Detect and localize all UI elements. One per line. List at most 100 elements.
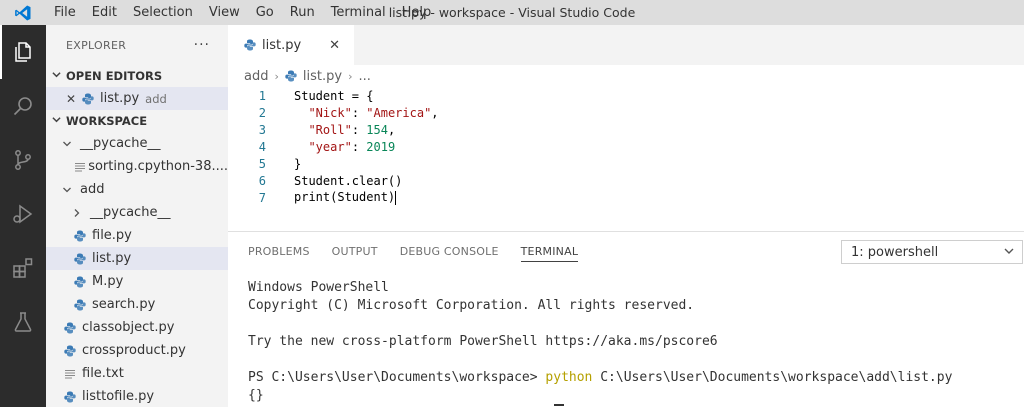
- breadcrumb-file[interactable]: list.py: [303, 69, 342, 84]
- breadcrumb-folder[interactable]: add: [244, 69, 268, 84]
- line-number: 7: [258, 190, 266, 205]
- tab-problems[interactable]: PROBLEMS: [248, 232, 310, 270]
- code-line: 1 Student = {: [228, 87, 1024, 104]
- code-token: :: [351, 139, 367, 154]
- code-line: 5}: [228, 155, 1024, 172]
- text-cursor: [395, 190, 397, 205]
- chevron-down-icon: [52, 115, 66, 127]
- tree-folder[interactable]: add: [46, 178, 228, 201]
- close-icon[interactable]: ✕: [66, 92, 82, 106]
- breadcrumb: add › list.py › ...: [228, 65, 1024, 87]
- code-token: 154: [366, 122, 388, 137]
- line-number: 6: [258, 173, 266, 188]
- tree-folder[interactable]: __pycache__: [46, 201, 228, 224]
- tree-item-label: classobject.py: [82, 320, 175, 335]
- file-tree: __pycache__ sorting.cpython-38.... add __py…: [46, 132, 228, 407]
- tree-item-label: __pycache__: [80, 136, 161, 151]
- more-actions-icon[interactable]: ···: [194, 37, 210, 53]
- tab-debug-console[interactable]: DEBUG CONSOLE: [400, 232, 499, 270]
- source-control-icon[interactable]: [0, 133, 46, 187]
- terminal-line: {}: [248, 388, 264, 403]
- tab-terminal[interactable]: TERMINAL: [520, 232, 579, 270]
- menu-edit[interactable]: Edit: [84, 0, 125, 25]
- menu-bar: File Edit Selection View Go Run Terminal Help: [46, 0, 439, 25]
- tree-file[interactable]: classobject.py: [46, 316, 228, 339]
- python-file-icon: [64, 391, 82, 403]
- text-file-icon: [64, 368, 82, 380]
- explorer-title: EXPLORER: [66, 38, 127, 52]
- tree-file[interactable]: search.py: [46, 293, 228, 316]
- menu-go[interactable]: Go: [248, 0, 282, 25]
- editor-tabs: list.py ✕: [228, 25, 1024, 65]
- code-line: 7 print(Student): [228, 189, 1024, 206]
- tree-file[interactable]: file.txt: [46, 362, 228, 385]
- open-editor-name: list.py: [100, 91, 140, 106]
- explorer-sidebar: EXPLORER ··· OPEN EDITORS ✕ list.py add …: [46, 25, 228, 407]
- python-file-icon: [285, 70, 303, 82]
- open-editor-item[interactable]: ✕ list.py add: [46, 87, 228, 110]
- tree-file[interactable]: listtofile.py: [46, 385, 228, 407]
- breadcrumb-symbols[interactable]: ...: [358, 69, 370, 84]
- code-text: Student.clear(): [294, 174, 402, 188]
- menu-terminal[interactable]: Terminal: [323, 0, 394, 25]
- line-number: 2: [258, 105, 266, 120]
- files-icon[interactable]: [0, 25, 46, 79]
- chevron-right-icon: ›: [274, 69, 279, 83]
- menu-run[interactable]: Run: [282, 0, 323, 25]
- menu-selection[interactable]: Selection: [125, 0, 201, 25]
- code-text: "Roll": 154,: [294, 123, 395, 137]
- title-bar: File Edit Selection View Go Run Terminal Help l…: [0, 0, 1024, 25]
- python-file-icon: [74, 276, 92, 288]
- code-token: }: [294, 156, 302, 171]
- extensions-icon[interactable]: [0, 241, 46, 295]
- run-debug-icon[interactable]: [0, 187, 46, 241]
- editor-group: list.py ✕ add › list.py › ... 1 Student =…: [228, 25, 1024, 231]
- close-icon[interactable]: ✕: [329, 38, 340, 53]
- tree-file[interactable]: list.py: [46, 247, 228, 270]
- tree-folder[interactable]: __pycache__: [46, 132, 228, 155]
- python-file-icon: [64, 345, 82, 357]
- tree-file[interactable]: crossproduct.py: [46, 339, 228, 362]
- terminal-selector[interactable]: 1: powershell: [841, 240, 1023, 264]
- code-text: "Nick": "America",: [294, 105, 438, 120]
- code-line: 2 "Nick": "America",: [228, 104, 1024, 121]
- chevron-down-icon: [60, 185, 74, 195]
- code-token: :: [351, 105, 367, 120]
- menu-file[interactable]: File: [46, 0, 84, 25]
- search-icon[interactable]: [0, 79, 46, 133]
- line-number: 4: [258, 139, 266, 154]
- tab-list-py[interactable]: list.py ✕: [228, 25, 354, 65]
- tab-output[interactable]: OUTPUT: [332, 232, 378, 270]
- terminal-command-line: PS C:\Users\User\Documents\workspace> py…: [248, 370, 1024, 388]
- code-token: "America": [366, 105, 432, 120]
- tree-file[interactable]: file.py: [46, 224, 228, 247]
- workspace-label: WORKSPACE: [66, 114, 148, 128]
- tab-label: list.py: [262, 37, 302, 53]
- menu-view[interactable]: View: [201, 0, 248, 25]
- python-file-icon: [82, 93, 100, 105]
- terminal-args: C:\Users\User\Documents\workspace\add\li…: [592, 370, 953, 385]
- terminal-output[interactable]: Windows PowerShell Copyright (C) Microso…: [228, 270, 1024, 406]
- open-editors-section[interactable]: OPEN EDITORS: [46, 65, 228, 87]
- workspace-section[interactable]: WORKSPACE: [46, 110, 228, 132]
- code-token: 2019: [366, 139, 396, 154]
- code-editor[interactable]: 1 Student = {2 "Nick": "America", 3 "Roll"…: [228, 87, 1024, 206]
- menu-help[interactable]: Help: [394, 0, 440, 25]
- python-file-icon: [74, 253, 92, 265]
- code-token: Student = {: [294, 88, 374, 103]
- explorer-header: EXPLORER ···: [46, 25, 228, 65]
- testing-icon[interactable]: [0, 295, 46, 349]
- tree-item-label: __pycache__: [90, 205, 171, 220]
- terminal-command: python: [545, 370, 593, 385]
- tree-file[interactable]: M.py: [46, 270, 228, 293]
- python-file-icon: [74, 230, 92, 242]
- tree-file[interactable]: sorting.cpython-38....: [46, 155, 228, 178]
- tree-item-label: sorting.cpython-38....: [88, 159, 228, 174]
- code-text: Student = {: [294, 89, 373, 103]
- chevron-down-icon: [60, 139, 74, 149]
- code-token: Student.clear(): [294, 173, 403, 188]
- code-token: ,: [387, 122, 396, 137]
